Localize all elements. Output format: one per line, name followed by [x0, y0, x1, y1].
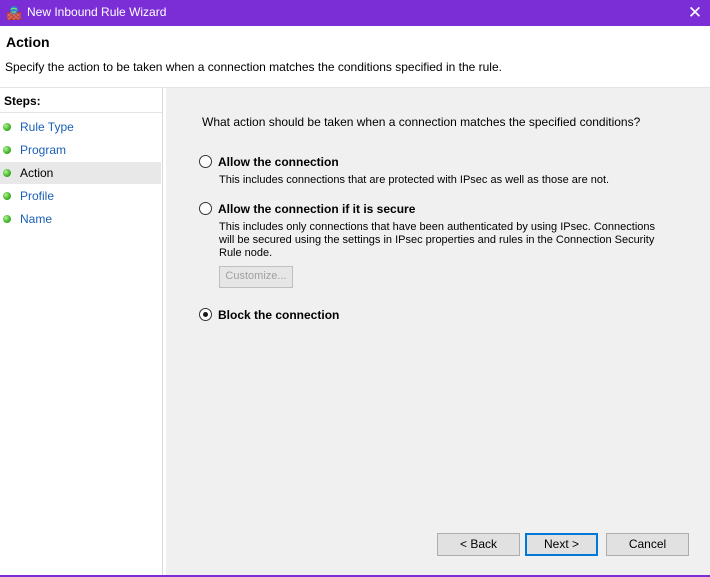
sidebar-item-label: Rule Type [20, 120, 74, 134]
allow-connection-description: This includes connections that are prote… [219, 174, 610, 186]
allow-if-secure-label[interactable]: Allow the connection if it is secure [218, 202, 415, 216]
step-bullet-icon [3, 123, 11, 131]
steps-sidebar: Steps: Rule Type Program Action Profile … [0, 88, 163, 577]
sidebar-item-rule-type[interactable]: Rule Type [0, 116, 161, 138]
block-connection-label[interactable]: Block the connection [218, 308, 339, 322]
page-title: Action [6, 34, 50, 50]
steps-heading: Steps: [4, 94, 41, 108]
page-description: Specify the action to be taken when a co… [5, 60, 502, 74]
sidebar-item-label: Program [20, 143, 67, 157]
next-button[interactable]: Next > [525, 533, 598, 556]
step-bullet-icon [3, 169, 11, 177]
allow-connection-radio[interactable] [199, 155, 212, 168]
wizard-header: Action Specify the action to be taken wh… [0, 26, 710, 88]
block-connection-radio[interactable] [199, 308, 212, 321]
back-button[interactable]: < Back [437, 533, 520, 556]
sidebar-item-program[interactable]: Program [0, 139, 161, 161]
title-bar[interactable]: New Inbound Rule Wizard ✕ [0, 0, 710, 26]
allow-if-secure-description: This includes only connections that have… [219, 221, 655, 259]
step-bullet-icon [3, 146, 11, 154]
sidebar-item-label: Profile [20, 189, 55, 203]
step-bullet-icon [3, 215, 11, 223]
allow-connection-label[interactable]: Allow the connection [218, 155, 339, 169]
customize-button[interactable]: Customize... [219, 266, 293, 288]
action-panel: What action should be taken when a conne… [166, 88, 710, 577]
divider [0, 112, 162, 113]
firewall-icon [7, 6, 21, 20]
window-title: New Inbound Rule Wizard [27, 5, 167, 19]
step-bullet-icon [3, 192, 11, 200]
close-icon[interactable]: ✕ [680, 0, 710, 26]
sidebar-item-label: Action [20, 166, 54, 180]
cancel-button[interactable]: Cancel [606, 533, 689, 556]
action-question: What action should be taken when a conne… [202, 115, 641, 129]
sidebar-item-label: Name [20, 212, 53, 226]
allow-if-secure-radio[interactable] [199, 202, 212, 215]
sidebar-item-profile[interactable]: Profile [0, 185, 161, 207]
sidebar-item-name[interactable]: Name [0, 208, 161, 230]
sidebar-item-action[interactable]: Action [0, 162, 161, 184]
